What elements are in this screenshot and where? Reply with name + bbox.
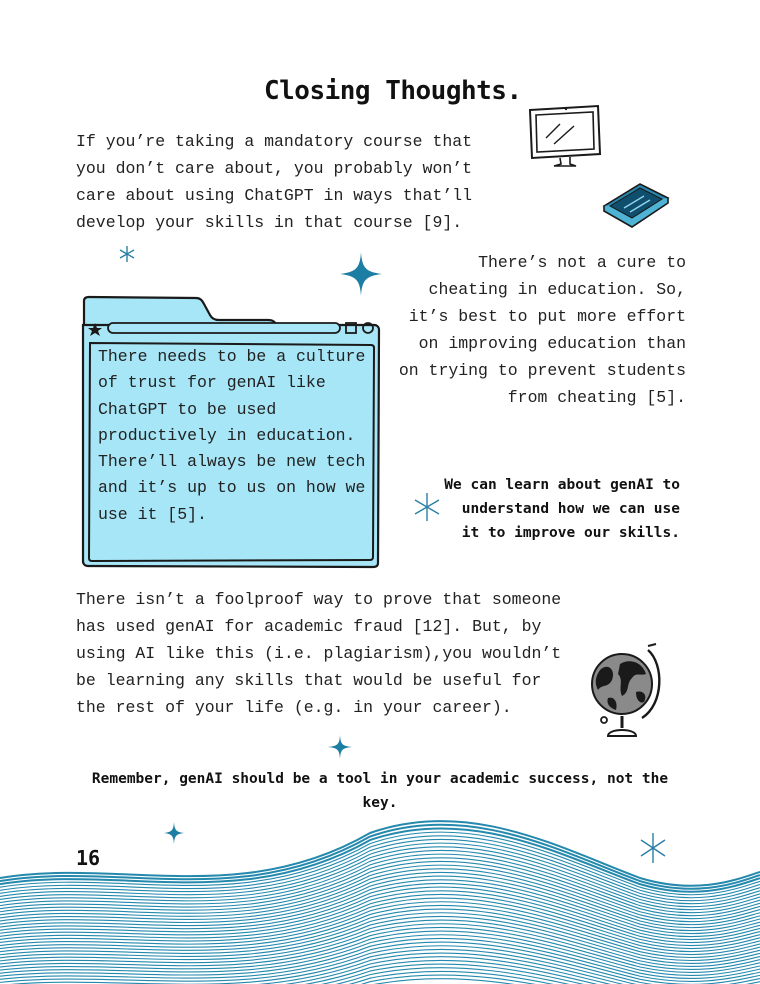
- folder-message: There needs to be a culture of trust for…: [98, 347, 366, 524]
- paragraph-no-cure: There’s not a cure to cheating in educat…: [398, 253, 686, 407]
- computer-monitor-icon: [528, 104, 602, 167]
- tablet-icon: [602, 183, 670, 228]
- emphasis-learn-genai: We can learn about genAI to understand h…: [444, 477, 680, 541]
- paragraph-no-foolproof: There isn’t a foolproof way to prove tha…: [76, 590, 562, 717]
- star-icon: [164, 822, 184, 844]
- sparkle-icon: [414, 493, 440, 521]
- paragraph-mandatory-course: If you’re taking a mandatory course that…: [76, 132, 473, 232]
- wave-line: [0, 937, 760, 982]
- page-number: 16: [76, 846, 101, 870]
- star-icon: [340, 252, 382, 296]
- emphasis-remember: Remember, genAI should be a tool in your…: [91, 771, 669, 811]
- sparkle-icon: [640, 833, 666, 863]
- sparkle-icon: [119, 246, 135, 262]
- page-title: Closing Thoughts.: [264, 76, 522, 106]
- globe-icon: [591, 643, 661, 737]
- star-icon: [328, 735, 352, 759]
